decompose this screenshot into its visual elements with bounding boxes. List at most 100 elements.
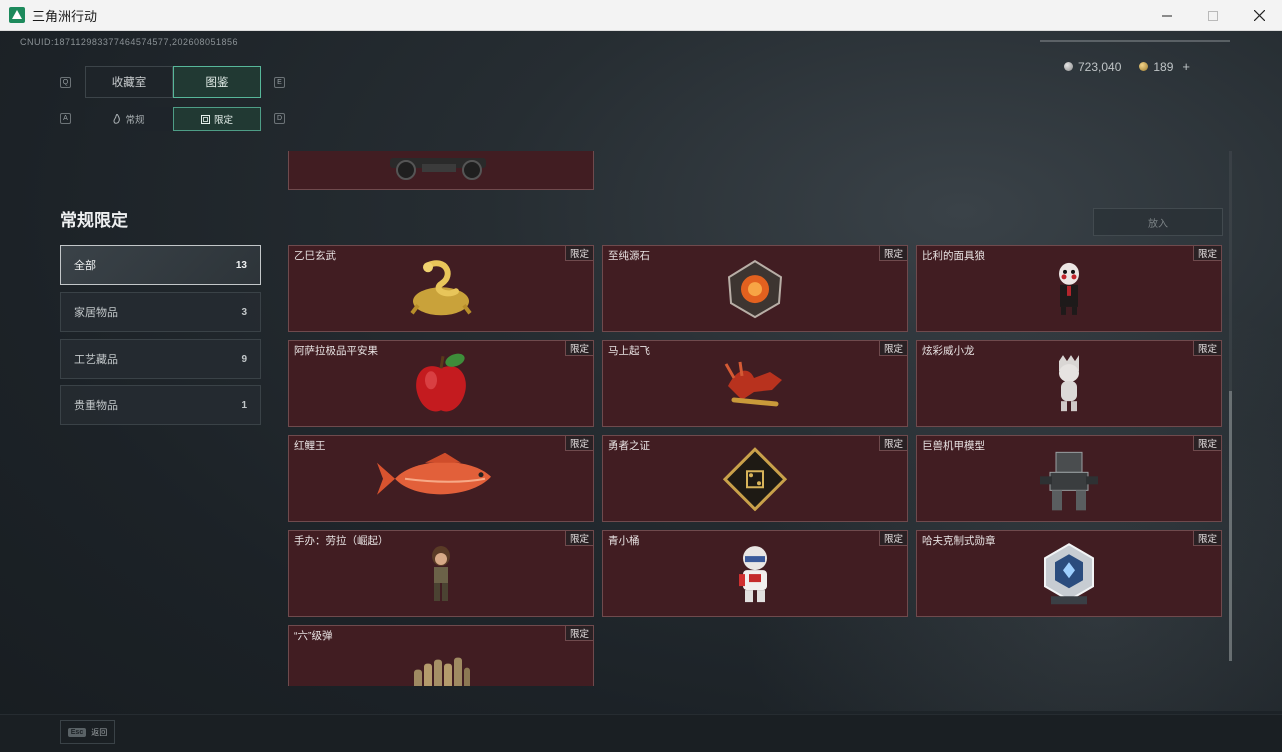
item-card[interactable]: 红鲤王 限定 [288, 435, 594, 522]
subtab-regular-label: 常规 [125, 115, 145, 126]
back-button[interactable]: Esc 返回 [60, 720, 115, 744]
category-home[interactable]: 家居物品 3 [60, 292, 261, 332]
item-card[interactable]: 巨兽机甲模型 限定 [916, 435, 1222, 522]
chibi-figure-icon [735, 544, 775, 609]
esc-key: Esc [67, 727, 87, 737]
item-name: 青小桶 [608, 535, 640, 547]
sub-tabs: 常规 限定 [85, 107, 261, 131]
limited-badge: 限定 [565, 436, 593, 451]
currency-bar: 723,040 189 + [1063, 59, 1190, 74]
category-count: 13 [235, 259, 247, 271]
mech-model-icon [1036, 446, 1102, 517]
item-card-partial[interactable] [288, 151, 594, 190]
limited-badge: 限定 [565, 341, 593, 356]
item-card[interactable]: 手办：劳拉（崛起） 限定 [288, 530, 594, 617]
item-name: 马上起飞 [608, 345, 650, 357]
top-divider [1040, 40, 1230, 42]
item-name: 哈夫克制式勋章 [922, 535, 996, 547]
tab-collection-room[interactable]: 收藏室 [85, 66, 173, 98]
item-card[interactable]: 炫彩威小龙 限定 [916, 340, 1222, 427]
limited-badge: 限定 [879, 246, 907, 261]
key-hint-q: Q [60, 77, 71, 88]
limited-badge: 限定 [1193, 531, 1221, 546]
main-tabs: 收藏室 图鉴 [85, 66, 261, 98]
item-card[interactable]: “六”级弹 限定 [288, 625, 594, 686]
red-apple-icon [411, 352, 471, 421]
lara-figure-icon [426, 545, 456, 608]
hexagon-medal-icon [1041, 542, 1097, 611]
white-dragon-figure-icon [1053, 353, 1085, 420]
player-uid: CNUID:187112983377464574577,202608051856 [20, 37, 239, 47]
limited-badge: 限定 [1193, 341, 1221, 356]
limited-badge: 限定 [1193, 436, 1221, 451]
key-hint-d: D [274, 113, 285, 124]
tab-catalog[interactable]: 图鉴 [173, 66, 261, 98]
item-name: 乙巳玄武 [294, 250, 336, 262]
puppet-mask-icon [1053, 261, 1085, 320]
subtab-limited-label: 限定 [213, 115, 233, 126]
item-name: 炫彩威小龙 [922, 345, 975, 357]
item-name: 巨兽机甲模型 [922, 440, 985, 452]
minimize-button[interactable] [1144, 0, 1190, 31]
gold-coin-icon [1139, 62, 1149, 71]
gun-icon [386, 151, 496, 187]
minimize-icon [1162, 15, 1172, 16]
category-count: 1 [241, 399, 247, 411]
limited-badge: 限定 [879, 531, 907, 546]
item-card[interactable]: 至纯源石 限定 [602, 245, 908, 332]
silver-currency: 723,040 [1063, 59, 1122, 74]
maximize-icon [1208, 10, 1218, 21]
frame-icon [200, 114, 210, 124]
limited-badge: 限定 [879, 436, 907, 451]
item-card[interactable]: 阿萨拉极品平安果 限定 [288, 340, 594, 427]
item-name: 手办：劳拉（崛起） [294, 535, 389, 547]
item-name: 至纯源石 [608, 250, 650, 262]
item-card[interactable]: 乙巳玄武 限定 [288, 245, 594, 332]
category-crafts[interactable]: 工艺藏品 9 [60, 339, 261, 379]
window-title: 三角洲行动 [32, 8, 98, 24]
category-count: 3 [241, 306, 247, 318]
silver-amount: 723,040 [1077, 59, 1122, 74]
category-count: 9 [241, 353, 247, 365]
category-label: 工艺藏品 [74, 354, 118, 366]
subtab-limited[interactable]: 限定 [173, 107, 261, 131]
close-icon [1253, 10, 1265, 21]
item-card[interactable]: 比利的面具狼 限定 [916, 245, 1222, 332]
close-button[interactable] [1236, 0, 1282, 31]
maximize-button[interactable] [1190, 0, 1236, 31]
item-card[interactable]: 勇者之证 限定 [602, 435, 908, 522]
section-title: 常规限定 [60, 211, 128, 230]
item-card[interactable]: 哈夫克制式勋章 限定 [916, 530, 1222, 617]
game-viewport: CNUID:187112983377464574577,202608051856… [0, 31, 1282, 752]
window-controls [1144, 0, 1282, 31]
red-carp-icon [375, 452, 507, 509]
subtab-regular[interactable]: 常规 [85, 107, 173, 131]
red-horse-icon [720, 355, 790, 416]
item-grid[interactable]: 乙巳玄武 限定 至纯源石 限定 比利的面具狼 限定 阿萨拉极品平安果 限定 马上… [286, 151, 1226, 686]
bottom-bar: Esc 返回 [0, 714, 1282, 752]
item-card[interactable]: 马上起飞 限定 [602, 340, 908, 427]
item-name: 比利的面具狼 [922, 250, 985, 262]
category-valuables[interactable]: 贵重物品 1 [60, 385, 261, 425]
bullet-cluster-icon [408, 656, 474, 686]
item-name: 勇者之证 [608, 440, 650, 452]
key-hint-a: A [60, 113, 71, 124]
item-name: “六”级弹 [294, 630, 333, 642]
limited-badge: 限定 [565, 531, 593, 546]
add-currency-button[interactable]: + [1182, 59, 1190, 74]
category-label: 家居物品 [74, 307, 118, 319]
limited-badge: 限定 [565, 246, 593, 261]
item-name: 红鲤王 [294, 440, 326, 452]
origin-stone-icon [725, 259, 785, 324]
gold-snake-turtle-icon [406, 257, 476, 326]
gold-medallion-icon [722, 446, 788, 516]
silver-coin-icon [1063, 62, 1073, 71]
item-card[interactable]: 青小桶 限定 [602, 530, 908, 617]
gold-currency[interactable]: 189 + [1139, 59, 1190, 74]
category-all[interactable]: 全部 13 [60, 245, 261, 285]
limited-badge: 限定 [565, 626, 593, 641]
scrollbar-thumb[interactable] [1229, 391, 1232, 661]
window-titlebar: 三角洲行动 [0, 0, 1282, 31]
category-label: 全部 [74, 260, 96, 272]
gold-amount: 189 [1153, 59, 1174, 74]
